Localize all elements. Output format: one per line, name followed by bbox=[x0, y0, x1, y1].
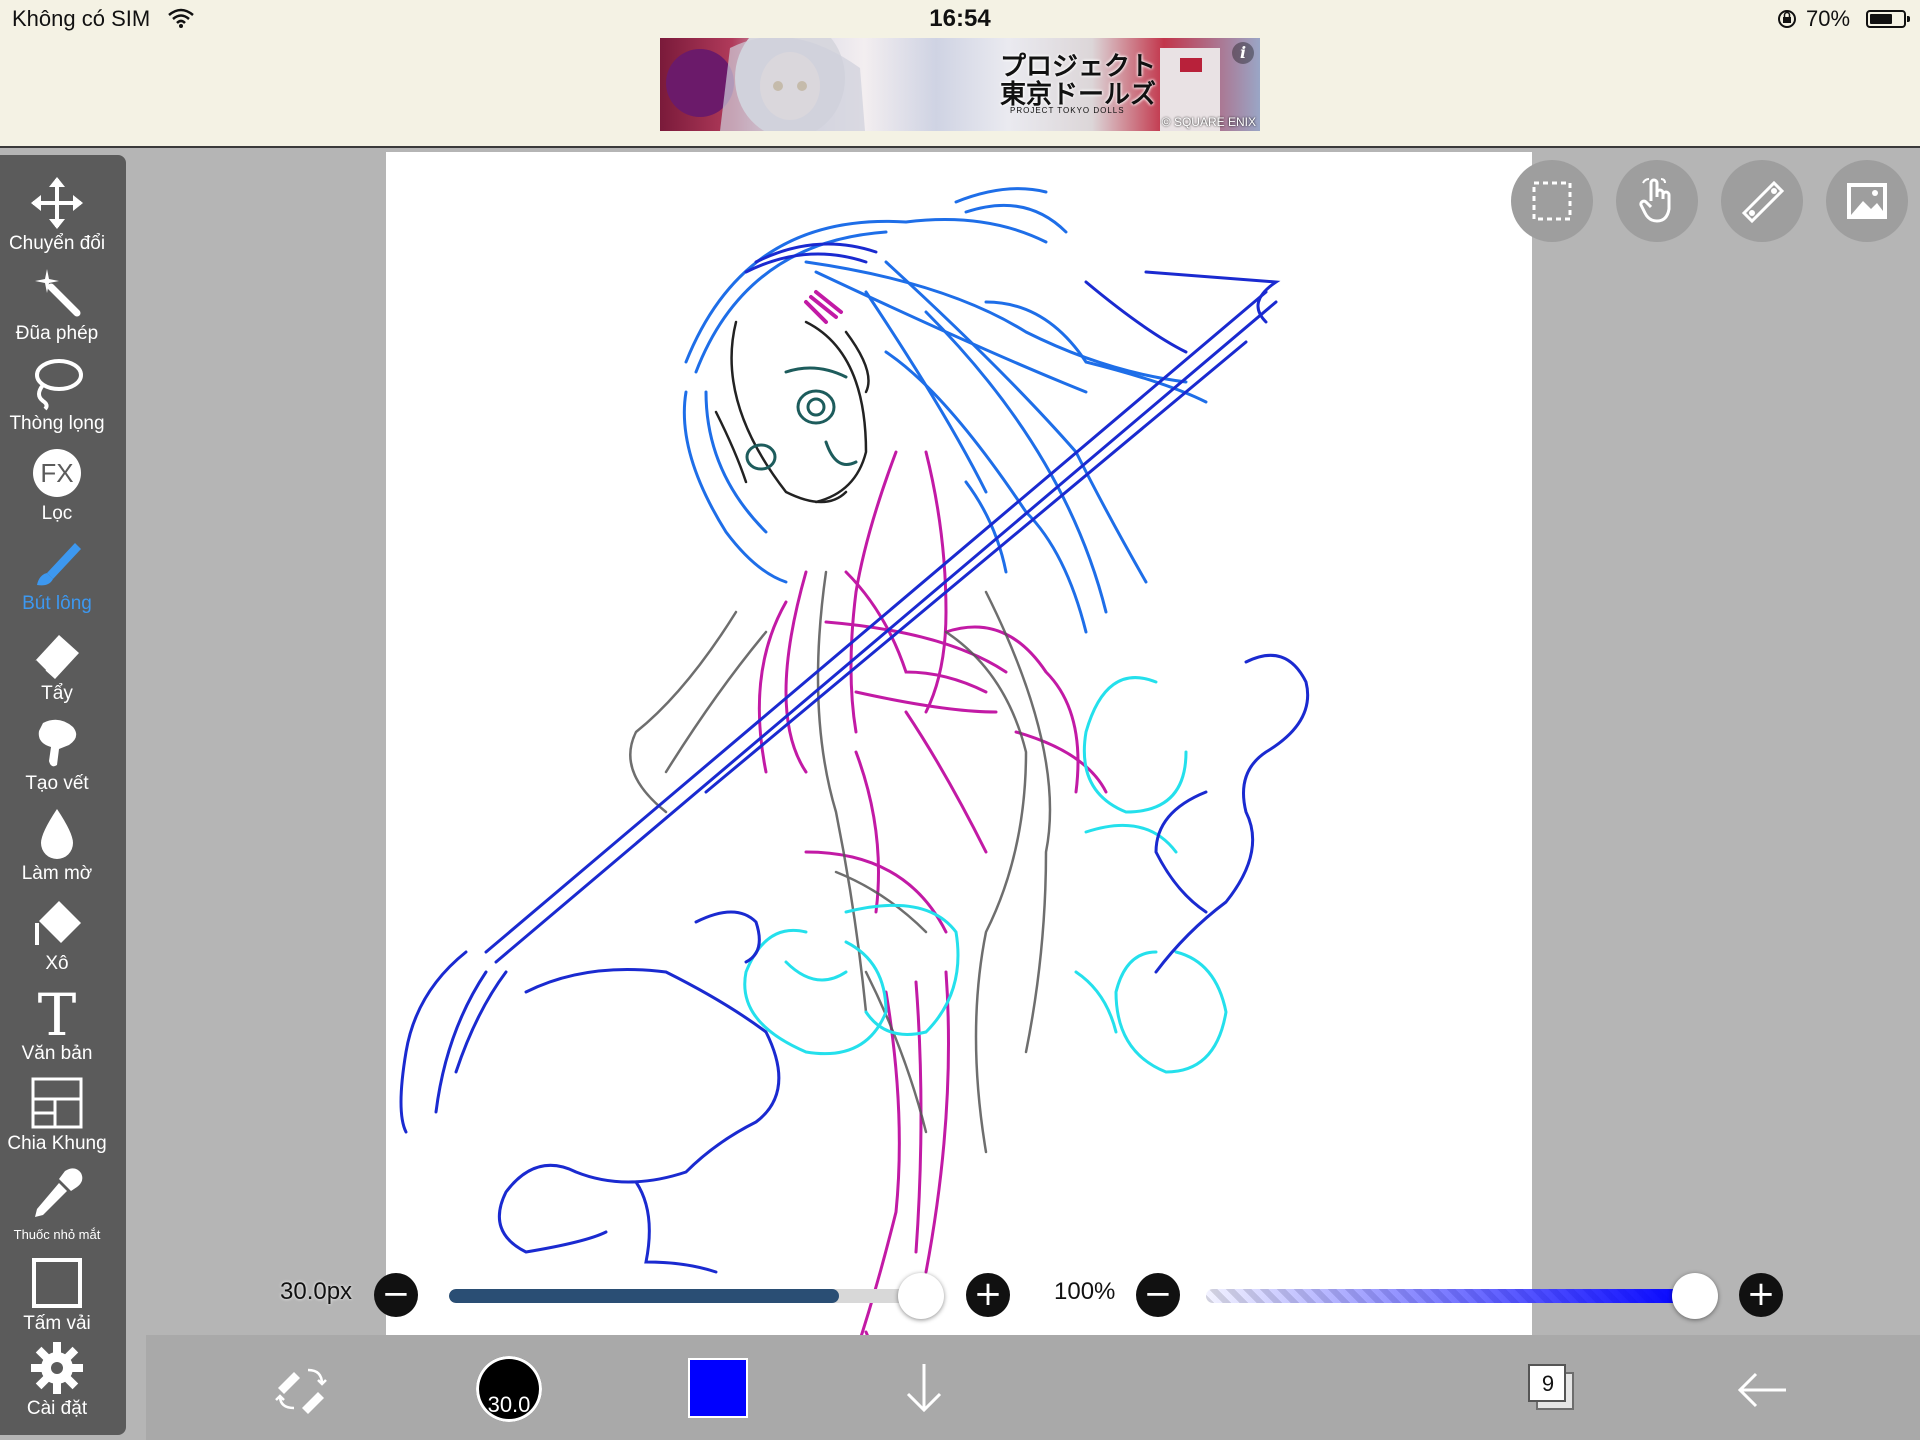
image-icon bbox=[1847, 183, 1887, 219]
tool-bucket[interactable]: Xô bbox=[0, 895, 114, 983]
smudge-icon bbox=[38, 719, 77, 767]
tool-label: Văn bản bbox=[21, 1043, 93, 1064]
tool-lasso[interactable]: Thòng lọng bbox=[0, 355, 114, 443]
eyedropper-icon bbox=[35, 1168, 83, 1217]
tool-eyedropper[interactable]: Thuốc nhỏ mắt bbox=[0, 1165, 114, 1253]
status-and-ad-header: Không có SIM 16:54 70% プロジェクト東京ドールズ PROJ… bbox=[0, 0, 1920, 148]
tool-label: Đũa phép bbox=[15, 323, 99, 344]
ruler-button[interactable] bbox=[1721, 160, 1803, 242]
tool-label: Xô bbox=[45, 953, 69, 974]
brush-eraser-toggle-icon[interactable] bbox=[272, 1362, 330, 1416]
tool-transform[interactable]: Chuyển đổi bbox=[0, 175, 114, 263]
battery-percent: 70% bbox=[1806, 6, 1851, 31]
tool-label: Tấm vải bbox=[23, 1313, 91, 1334]
ad-info-icon[interactable]: i bbox=[1232, 42, 1254, 64]
ad-copyright: © SQUARE ENIX bbox=[1161, 115, 1256, 129]
frame-divider-icon bbox=[31, 1077, 83, 1129]
tool-label: Lọc bbox=[41, 503, 73, 524]
hand-tool-button[interactable] bbox=[1616, 160, 1698, 242]
tool-label: Chia Khung bbox=[7, 1133, 107, 1154]
selection-button[interactable] bbox=[1511, 160, 1593, 242]
tool-label: Tạo vết bbox=[25, 773, 89, 794]
bottom-toolbar bbox=[146, 1335, 1920, 1440]
svg-text:T: T bbox=[38, 985, 77, 1041]
ad-banner[interactable]: プロジェクト東京ドールズ PROJECT TOKYO DOLLS © SQUAR… bbox=[660, 38, 1260, 131]
tool-label: Chuyển đổi bbox=[8, 233, 106, 254]
tool-label: Làm mờ bbox=[21, 863, 93, 884]
tool-label: Bút lông bbox=[22, 593, 92, 614]
tool-label: Thòng lọng bbox=[9, 413, 105, 434]
size-decrease-button[interactable]: − bbox=[374, 1273, 418, 1317]
down-arrow-icon[interactable] bbox=[902, 1360, 946, 1416]
brush-size-button[interactable]: 30.0 bbox=[476, 1356, 542, 1422]
tool-label: Thuốc nhỏ mắt bbox=[13, 1227, 101, 1242]
tool-canvas[interactable]: Tấm vải bbox=[0, 1255, 114, 1343]
lasso-icon bbox=[35, 359, 83, 411]
tool-label: Tẩy bbox=[41, 683, 73, 704]
tool-text[interactable]: T Văn bản bbox=[0, 985, 114, 1073]
opacity-label: 100% bbox=[1054, 1278, 1116, 1305]
tool-eraser[interactable]: Tẩy bbox=[0, 625, 114, 713]
tool-filter[interactable]: FX Lọc bbox=[0, 445, 114, 533]
opacity-slider-thumb[interactable] bbox=[1672, 1273, 1718, 1319]
svg-text:FX: FX bbox=[40, 458, 73, 488]
brush-size-value: 30.0 bbox=[487, 1392, 531, 1417]
tool-settings[interactable]: Cài đặt bbox=[0, 1340, 114, 1428]
bucket-icon bbox=[35, 901, 81, 945]
tool-frame-divider[interactable]: Chia Khung bbox=[0, 1075, 114, 1163]
layer-count: 9 bbox=[1541, 1371, 1555, 1396]
gear-icon bbox=[31, 1342, 83, 1394]
magic-wand-icon bbox=[35, 269, 81, 317]
tool-smudge[interactable]: Tạo vết bbox=[0, 715, 114, 803]
canvas-icon bbox=[32, 1258, 82, 1308]
battery-icon bbox=[1866, 10, 1910, 28]
transform-icon bbox=[31, 177, 83, 229]
selection-icon bbox=[1532, 181, 1572, 221]
tool-magic-wand[interactable]: Đũa phép bbox=[0, 265, 114, 353]
brush-icon bbox=[37, 543, 81, 586]
image-button[interactable] bbox=[1826, 160, 1908, 242]
sketch-artwork bbox=[399, 187, 1310, 1384]
eraser-icon bbox=[33, 635, 79, 679]
tool-brush[interactable]: Bút lông bbox=[0, 535, 114, 623]
blur-drop-icon bbox=[41, 809, 73, 859]
opacity-decrease-button[interactable]: − bbox=[1136, 1273, 1180, 1317]
size-slider-thumb[interactable] bbox=[898, 1273, 944, 1319]
opacity-increase-button[interactable]: + bbox=[1739, 1273, 1783, 1317]
size-increase-button[interactable]: + bbox=[966, 1273, 1010, 1317]
tool-blur[interactable]: Làm mờ bbox=[0, 805, 114, 893]
opacity-slider-track[interactable] bbox=[1206, 1289, 1696, 1303]
size-slider-fill bbox=[449, 1289, 839, 1303]
size-slider-track[interactable] bbox=[449, 1289, 924, 1303]
brush-size-label: 30.0px bbox=[280, 1278, 353, 1305]
layers-button[interactable]: 9 bbox=[1528, 1364, 1574, 1410]
tool-sidebar: Chuyển đổi Đũa phép Thòng lọng FX Lọc Bú… bbox=[0, 155, 126, 1435]
clock: 16:54 bbox=[929, 5, 991, 32]
tool-label: Cài đặt bbox=[26, 1398, 88, 1419]
rotation-lock-icon bbox=[1778, 10, 1796, 28]
fx-filter-icon: FX bbox=[33, 449, 81, 497]
ad-subtitle: PROJECT TOKYO DOLLS bbox=[1010, 106, 1125, 115]
color-swatch[interactable] bbox=[688, 1358, 748, 1418]
ad-title: プロジェクト東京ドールズ bbox=[1000, 51, 1157, 109]
ruler-icon bbox=[1741, 180, 1785, 224]
back-arrow-icon[interactable] bbox=[1734, 1368, 1790, 1412]
text-icon: T bbox=[38, 985, 77, 1041]
drawing-canvas[interactable] bbox=[386, 152, 1532, 1435]
hand-gesture-icon bbox=[1639, 178, 1671, 223]
